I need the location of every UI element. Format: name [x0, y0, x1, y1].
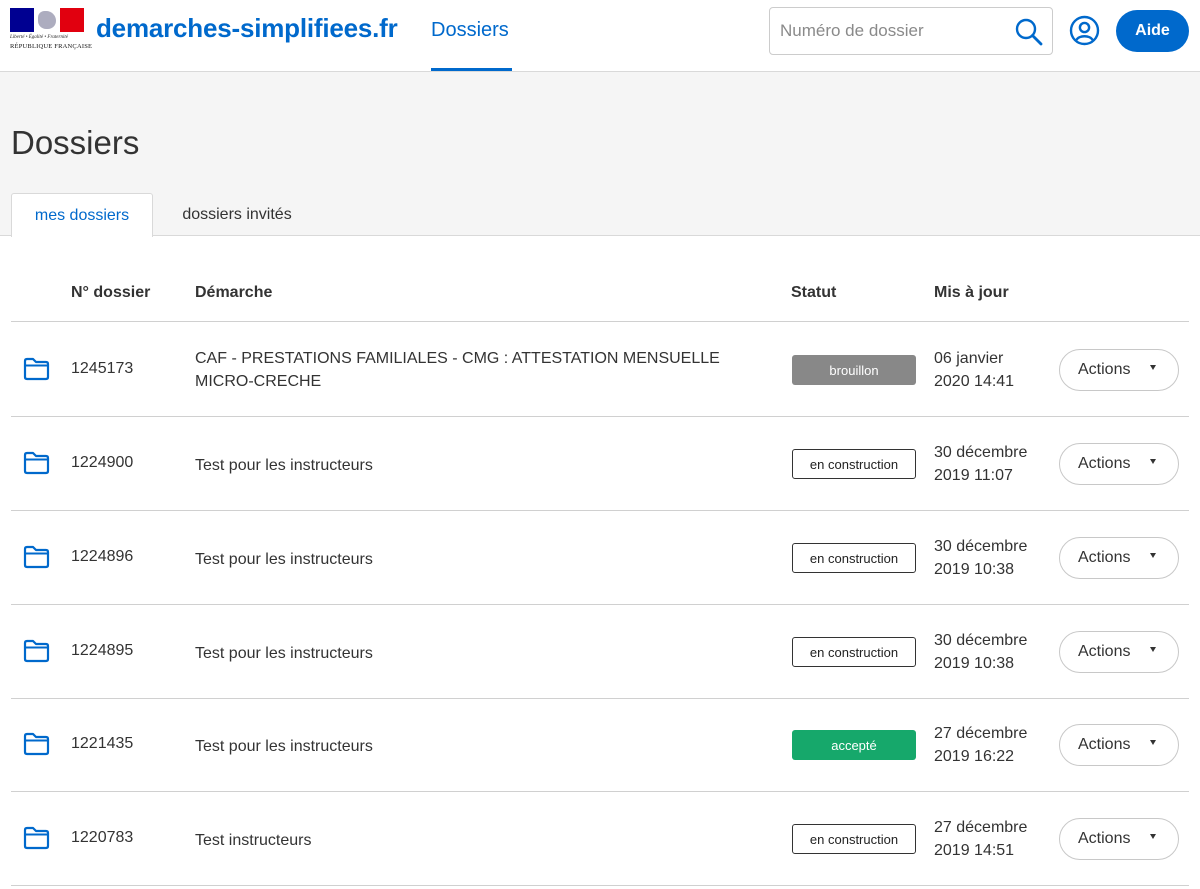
- search-button[interactable]: [1014, 17, 1044, 47]
- folder-icon[interactable]: [23, 639, 50, 663]
- logo-motto: Liberté • Égalité • Fraternité: [10, 35, 68, 40]
- caret-down-icon: [1150, 647, 1156, 652]
- actions-label: Actions: [1078, 643, 1131, 660]
- status-badge: en construction: [792, 637, 916, 667]
- dossier-number-link[interactable]: 1224895: [71, 642, 133, 660]
- top-header: Liberté • Égalité • Fraternité RÉPUBLIQU…: [0, 0, 1200, 72]
- status-badge: accepté: [792, 730, 916, 760]
- table-row[interactable]: 1220783 Test instructeurs en construction 2…: [11, 792, 1189, 886]
- updated-date-day: 30 décembre: [934, 538, 1028, 555]
- dossier-number-link[interactable]: 1221435: [71, 735, 133, 753]
- status-badge: en construction: [792, 449, 916, 479]
- site-brand-link[interactable]: demarches-simplifiees.fr: [96, 13, 398, 44]
- dossier-number-search-input[interactable]: [780, 18, 1005, 44]
- folder-icon[interactable]: [23, 545, 50, 569]
- updated-date: 06 janvier 2020 14:41: [934, 347, 1014, 393]
- actions-dropdown-button[interactable]: Actions: [1059, 724, 1179, 766]
- table-row[interactable]: 1245173 CAF - PRESTATIONS FAMILIALES - CM…: [11, 323, 1189, 417]
- updated-date-time: 2019 14:51: [934, 842, 1015, 859]
- demarche-name-link[interactable]: Test instructeurs: [195, 829, 775, 852]
- user-circle-icon: [1069, 15, 1100, 46]
- dossier-number-link[interactable]: 1224900: [71, 454, 133, 472]
- actions-dropdown-button[interactable]: Actions: [1059, 349, 1179, 391]
- dossier-number-link[interactable]: 1245173: [71, 360, 133, 378]
- actions-label: Actions: [1078, 736, 1131, 753]
- status-badge: en construction: [792, 824, 916, 854]
- demarche-name-link[interactable]: Test pour les instructeurs: [195, 548, 775, 571]
- caret-down-icon: [1150, 459, 1156, 464]
- actions-label: Actions: [1078, 549, 1131, 566]
- dossier-number-link[interactable]: 1224896: [71, 548, 133, 566]
- updated-date-day: 27 décembre: [934, 725, 1028, 742]
- table-row[interactable]: 1224895 Test pour les instructeurs en cons…: [11, 605, 1189, 699]
- column-header-status: Statut: [791, 284, 837, 301]
- marianne-flag-icon: [10, 8, 84, 32]
- dossier-search-box: [769, 7, 1053, 55]
- caret-down-icon: [1150, 834, 1156, 839]
- user-account-button[interactable]: [1069, 15, 1100, 46]
- demarche-name-link[interactable]: Test pour les instructeurs: [195, 735, 775, 758]
- demarche-name-link[interactable]: Test pour les instructeurs: [195, 454, 775, 477]
- column-header-updated: Mis à jour: [934, 284, 1009, 301]
- actions-dropdown-button[interactable]: Actions: [1059, 818, 1179, 860]
- updated-date: 30 décembre 2019 10:38: [934, 535, 1027, 581]
- folder-icon[interactable]: [23, 357, 50, 381]
- updated-date: 27 décembre 2019 16:22: [934, 722, 1027, 768]
- actions-dropdown-button[interactable]: Actions: [1059, 631, 1179, 673]
- caret-down-icon: [1150, 553, 1156, 558]
- search-icon: [1015, 18, 1043, 46]
- nav-tab-active-indicator: [431, 68, 512, 71]
- folder-icon[interactable]: [23, 451, 50, 475]
- page-title: Dossiers: [11, 124, 140, 161]
- updated-date-time: 2019 10:38: [934, 561, 1015, 578]
- demarche-name-link[interactable]: CAF - PRESTATIONS FAMILIALES - CMG : ATT…: [195, 347, 775, 393]
- updated-date-day: 30 décembre: [934, 444, 1028, 461]
- actions-dropdown-button[interactable]: Actions: [1059, 443, 1179, 485]
- updated-date-time: 2020 14:41: [934, 373, 1015, 390]
- status-badge: brouillon: [792, 355, 916, 385]
- republique-francaise-logo[interactable]: Liberté • Égalité • Fraternité RÉPUBLIQU…: [10, 8, 92, 54]
- updated-date: 30 décembre 2019 10:38: [934, 629, 1027, 675]
- table-row[interactable]: 1224896 Test pour les instructeurs en cons…: [11, 511, 1189, 605]
- actions-label: Actions: [1078, 361, 1131, 378]
- logo-republic-text: RÉPUBLIQUE FRANÇAISE: [10, 43, 93, 50]
- table-row[interactable]: 1221435 Test pour les instructeurs accepté…: [11, 698, 1189, 792]
- updated-date-time: 2019 10:38: [934, 655, 1015, 672]
- dossiers-table-header: N° dossier Démarche Statut Mis à jour: [11, 270, 1189, 322]
- page-header-band: Dossiers mes dossiers dossiers invités: [0, 72, 1200, 237]
- status-badge: en construction: [792, 543, 916, 573]
- updated-date-day: 30 décembre: [934, 632, 1028, 649]
- tab-mes-dossiers[interactable]: mes dossiers: [11, 193, 153, 237]
- updated-date-day: 06 janvier: [934, 350, 1004, 367]
- updated-date-day: 27 décembre: [934, 819, 1028, 836]
- actions-label: Actions: [1078, 455, 1131, 472]
- column-header-demarche: Démarche: [195, 284, 273, 301]
- table-row[interactable]: 1224900 Test pour les instructeurs en cons…: [11, 417, 1189, 511]
- caret-down-icon: [1150, 740, 1156, 745]
- dossier-number-link[interactable]: 1220783: [71, 829, 133, 847]
- tab-dossiers-invites[interactable]: dossiers invités: [165, 193, 309, 236]
- help-button[interactable]: Aide: [1116, 10, 1189, 52]
- nav-tab-dossiers[interactable]: Dossiers: [431, 19, 509, 42]
- column-header-number: N° dossier: [71, 284, 151, 301]
- actions-label: Actions: [1078, 830, 1131, 847]
- demarche-name-link[interactable]: Test pour les instructeurs: [195, 642, 775, 665]
- folder-icon[interactable]: [23, 732, 50, 756]
- updated-date: 30 décembre 2019 11:07: [934, 441, 1027, 487]
- updated-date-time: 2019 11:07: [934, 467, 1013, 484]
- folder-icon[interactable]: [23, 826, 50, 850]
- actions-dropdown-button[interactable]: Actions: [1059, 537, 1179, 579]
- caret-down-icon: [1150, 365, 1156, 370]
- updated-date: 27 décembre 2019 14:51: [934, 816, 1027, 862]
- updated-date-time: 2019 16:22: [934, 748, 1015, 765]
